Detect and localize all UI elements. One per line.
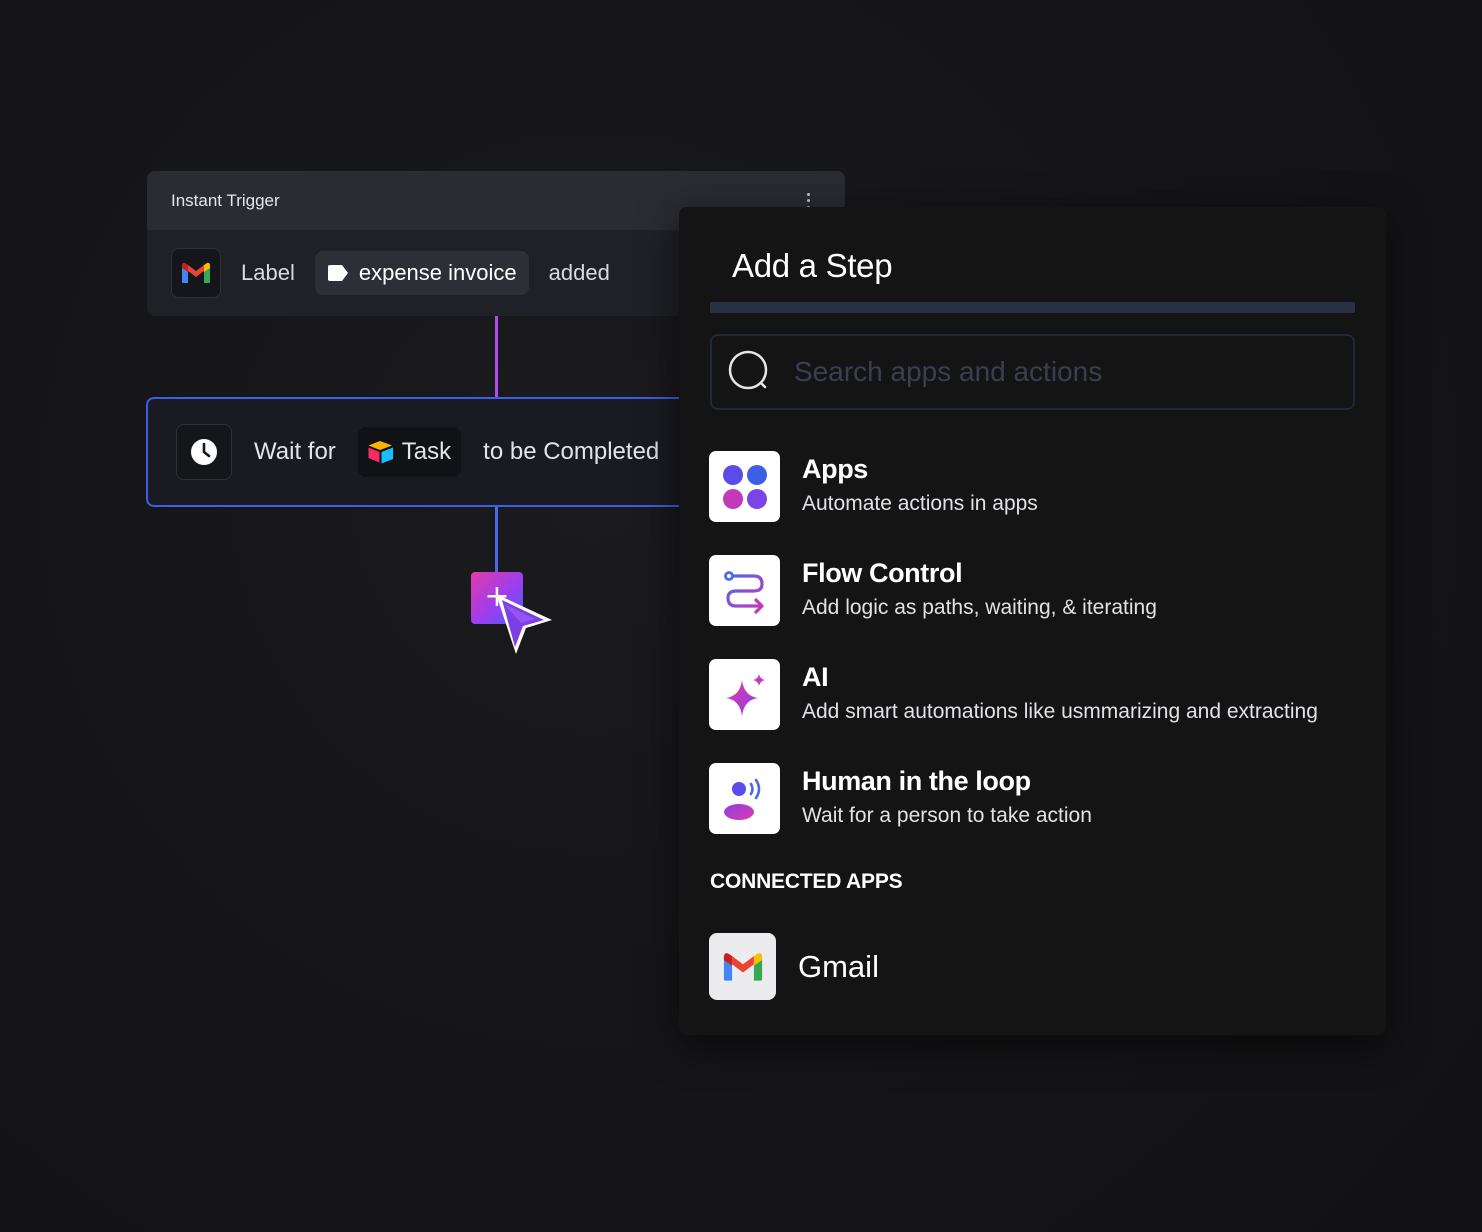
flow-control-icon <box>709 555 780 626</box>
connected-app-gmail[interactable]: Gmail <box>709 933 879 1000</box>
workflow-canvas: Instant Trigger Label expense invoice ad… <box>0 0 1482 1232</box>
step-option-title: Human in the loop <box>802 766 1031 796</box>
step-option-human-in-the-loop[interactable]: Human in the loop Wait for a person to t… <box>709 763 1349 835</box>
tag-icon <box>327 265 348 281</box>
connected-app-label: Gmail <box>798 948 879 984</box>
search-box[interactable] <box>710 334 1355 410</box>
step-option-title: AI <box>802 662 829 692</box>
connector-line <box>495 316 498 398</box>
step-option-description: Wait for a person to take action <box>802 804 1092 827</box>
step-option-apps[interactable]: Apps Automate actions in apps <box>709 451 1349 523</box>
connector-line <box>495 506 498 572</box>
panel-title: Add a Step <box>732 247 893 284</box>
cursor-pointer-icon <box>496 594 552 654</box>
apps-grid-icon <box>709 451 780 522</box>
trigger-title: Instant Trigger <box>171 190 280 210</box>
trigger-label-word: Label <box>241 260 295 285</box>
wait-step-card[interactable]: Wait for Task to be Completed <box>146 397 706 507</box>
step-option-ai[interactable]: AI Add smart automations like usmmarizin… <box>709 659 1349 731</box>
label-chip[interactable]: expense invoice <box>314 251 529 295</box>
human-loop-icon <box>709 763 780 834</box>
wait-prefix: Wait for <box>254 438 336 465</box>
step-option-title: Apps <box>802 454 868 484</box>
task-chip[interactable]: Task <box>357 427 462 477</box>
gmail-icon <box>171 248 221 298</box>
label-chip-text: expense invoice <box>358 260 517 285</box>
step-option-description: Automate actions in apps <box>802 492 1038 515</box>
step-option-flow-control[interactable]: Flow Control Add logic as paths, waiting… <box>709 555 1349 627</box>
clock-icon <box>176 424 232 480</box>
wait-suffix: to be Completed <box>483 438 660 465</box>
step-option-title: Flow Control <box>802 558 963 588</box>
gmail-icon <box>709 933 776 1000</box>
trigger-suffix: added <box>548 260 610 285</box>
connected-apps-heading: CONNECTED APPS <box>710 870 903 893</box>
panel-divider <box>710 302 1355 313</box>
search-input[interactable] <box>792 355 1336 389</box>
step-option-description: Add logic as paths, waiting, & iterating <box>802 596 1157 619</box>
airtable-icon <box>368 441 393 464</box>
add-step-panel: Add a Step Search apps and actions Apps … <box>679 207 1386 1035</box>
task-chip-text: Task <box>401 438 452 465</box>
step-option-description: Add smart automations like usmmarizing a… <box>802 700 1318 723</box>
search-icon <box>728 350 768 390</box>
ai-sparkle-icon <box>709 659 780 730</box>
